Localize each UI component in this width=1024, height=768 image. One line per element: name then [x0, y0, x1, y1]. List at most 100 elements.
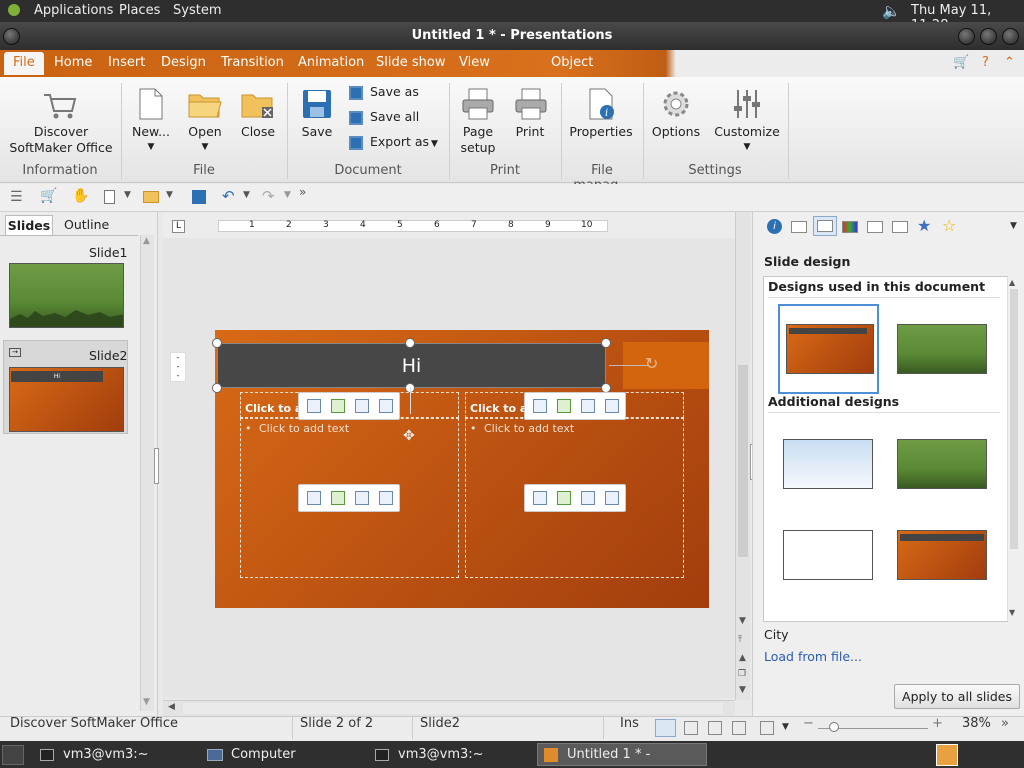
- normal-view-icon[interactable]: [655, 719, 676, 737]
- slide[interactable]: Hi ↻ ✥ Click to add • Click to add text …: [212, 330, 709, 608]
- favorite-star-icon[interactable]: ☆: [942, 216, 956, 235]
- design-plain-white[interactable]: [783, 530, 873, 580]
- save-button[interactable]: Save: [296, 124, 338, 140]
- cart-icon[interactable]: 🛒: [953, 55, 969, 70]
- insert-object-bar[interactable]: [524, 392, 626, 420]
- prev-slide-icon[interactable]: ▲: [739, 653, 746, 663]
- tab-outline[interactable]: Outline: [64, 217, 109, 232]
- slide-canvas[interactable]: --- Hi ↻ ✥ Click to add • Click to add t…: [163, 238, 735, 698]
- design-list-scrollbar[interactable]: ▲ ▼: [1007, 277, 1019, 621]
- minimize-icon[interactable]: [958, 28, 975, 45]
- tab-home[interactable]: Home: [54, 55, 92, 70]
- transition-icon[interactable]: [892, 221, 908, 233]
- tab-animation[interactable]: Animation: [298, 55, 364, 70]
- design-list[interactable]: Designs used in this document Additional…: [763, 276, 1019, 622]
- new-button[interactable]: New...: [128, 124, 174, 140]
- new-small-dropdown-icon[interactable]: ▼: [124, 190, 131, 200]
- customize-sliders-icon[interactable]: [730, 88, 764, 120]
- insert-object-bar[interactable]: [524, 484, 626, 512]
- undo-dropdown-icon[interactable]: ▼: [243, 190, 250, 200]
- menu-applications[interactable]: Applications: [34, 3, 113, 18]
- slide-title[interactable]: Hi: [217, 343, 606, 388]
- tab-design[interactable]: Design: [161, 55, 206, 70]
- slide-sorter-icon[interactable]: [684, 721, 698, 735]
- apply-to-all-slides-button[interactable]: Apply to all slides: [894, 684, 1020, 709]
- scroll-down-icon[interactable]: ▼: [739, 616, 746, 626]
- toolbar-overflow-icon[interactable]: »: [299, 185, 306, 199]
- animation-star-icon[interactable]: ★: [917, 216, 931, 235]
- design-city-green-used[interactable]: [897, 324, 987, 374]
- insert-media-icon[interactable]: [605, 491, 619, 505]
- task-presentations-active[interactable]: Untitled 1 * - Present...: [537, 743, 707, 768]
- scroll-thumb[interactable]: [1010, 289, 1018, 549]
- insert-picture-icon[interactable]: [557, 399, 571, 413]
- design-city-orange[interactable]: [897, 530, 987, 580]
- scroll-left-icon[interactable]: ◀: [168, 702, 175, 712]
- next-slide-icon[interactable]: ▼: [739, 685, 746, 695]
- redo-icon[interactable]: ↷: [262, 187, 275, 205]
- first-slide-icon[interactable]: ⤒: [738, 635, 742, 645]
- open-small-dropdown-icon[interactable]: ▼: [166, 190, 173, 200]
- resize-handle[interactable]: [212, 383, 222, 393]
- panel-resize-handle[interactable]: [154, 448, 159, 484]
- open-dropdown-icon[interactable]: ▼: [182, 139, 228, 155]
- insert-table-icon[interactable]: [307, 399, 321, 413]
- menu-places[interactable]: Places: [119, 3, 160, 18]
- tab-slide-show[interactable]: Slide show: [376, 55, 445, 70]
- properties-button[interactable]: Properties: [566, 124, 636, 140]
- scroll-track[interactable]: [183, 703, 723, 714]
- new-document-icon[interactable]: [137, 87, 165, 121]
- properties-icon[interactable]: i: [587, 87, 617, 121]
- save-small-icon[interactable]: [192, 190, 206, 204]
- resize-handle[interactable]: [212, 338, 222, 348]
- tab-stop-selector[interactable]: L: [172, 220, 185, 233]
- export-dropdown-icon[interactable]: ▼: [431, 136, 438, 152]
- discover-button[interactable]: Discover SoftMaker Office: [4, 124, 118, 156]
- gnome-foot-icon[interactable]: [8, 4, 20, 16]
- options-gear-icon[interactable]: [660, 88, 692, 120]
- save-as-button[interactable]: Save as: [370, 84, 419, 100]
- task-terminal-1[interactable]: vm3@vm3:~: [63, 745, 149, 765]
- help-icon[interactable]: ?: [982, 55, 989, 70]
- menu-system[interactable]: System: [173, 3, 221, 18]
- zoom-out-icon[interactable]: −: [803, 716, 814, 731]
- load-from-file-link[interactable]: Load from file...: [764, 649, 862, 664]
- open-button[interactable]: Open: [182, 124, 228, 140]
- insert-table-icon[interactable]: [533, 491, 547, 505]
- export-as-button[interactable]: Export as: [370, 134, 429, 150]
- resize-handle[interactable]: [601, 338, 611, 348]
- page-setup-icon[interactable]: [461, 88, 495, 120]
- slides-scrollbar[interactable]: ▲ ▼: [140, 235, 154, 711]
- insert-chart-icon[interactable]: [355, 399, 369, 413]
- slideshow-icon[interactable]: [760, 721, 774, 735]
- canvas-vertical-scrollbar[interactable]: ▼ ⤒ ▲ ❐ ▼: [735, 212, 750, 700]
- print-button[interactable]: Print: [508, 124, 552, 140]
- undo-icon[interactable]: ↶: [222, 187, 235, 205]
- canvas-horizontal-scrollbar[interactable]: ◀: [163, 700, 735, 716]
- zoom-slider-thumb[interactable]: [829, 722, 839, 732]
- new-small-icon[interactable]: [104, 190, 115, 204]
- design-green[interactable]: [897, 439, 987, 489]
- tab-slides[interactable]: Slides: [5, 215, 53, 235]
- rotate-handle-icon[interactable]: ↻: [645, 354, 658, 373]
- pane-menu-dropdown-icon[interactable]: ▼: [1010, 221, 1017, 231]
- tab-view[interactable]: View: [459, 55, 490, 70]
- insert-chart-icon[interactable]: [355, 491, 369, 505]
- scroll-thumb[interactable]: [738, 365, 748, 557]
- handout-view-icon[interactable]: [732, 721, 746, 735]
- slide1-thumbnail[interactable]: [9, 263, 124, 328]
- volume-icon[interactable]: 🔈: [882, 2, 901, 20]
- menu-hamburger-icon[interactable]: ☰: [10, 189, 23, 205]
- redo-dropdown-icon[interactable]: ▼: [284, 190, 291, 200]
- tab-transition[interactable]: Transition: [221, 55, 284, 70]
- show-desktop-icon[interactable]: [2, 745, 24, 765]
- insert-picture-icon[interactable]: [331, 491, 345, 505]
- master-icon[interactable]: [867, 221, 883, 233]
- insert-chart-icon[interactable]: [581, 399, 595, 413]
- tab-file[interactable]: File: [4, 52, 44, 75]
- options-button[interactable]: Options: [648, 124, 704, 140]
- horizontal-ruler[interactable]: 1 2 3 4 5 6 7 8 9 10: [218, 220, 608, 232]
- insert-picture-icon[interactable]: [557, 491, 571, 505]
- tab-object[interactable]: Object: [551, 55, 593, 70]
- save-disk-icon[interactable]: [302, 89, 332, 119]
